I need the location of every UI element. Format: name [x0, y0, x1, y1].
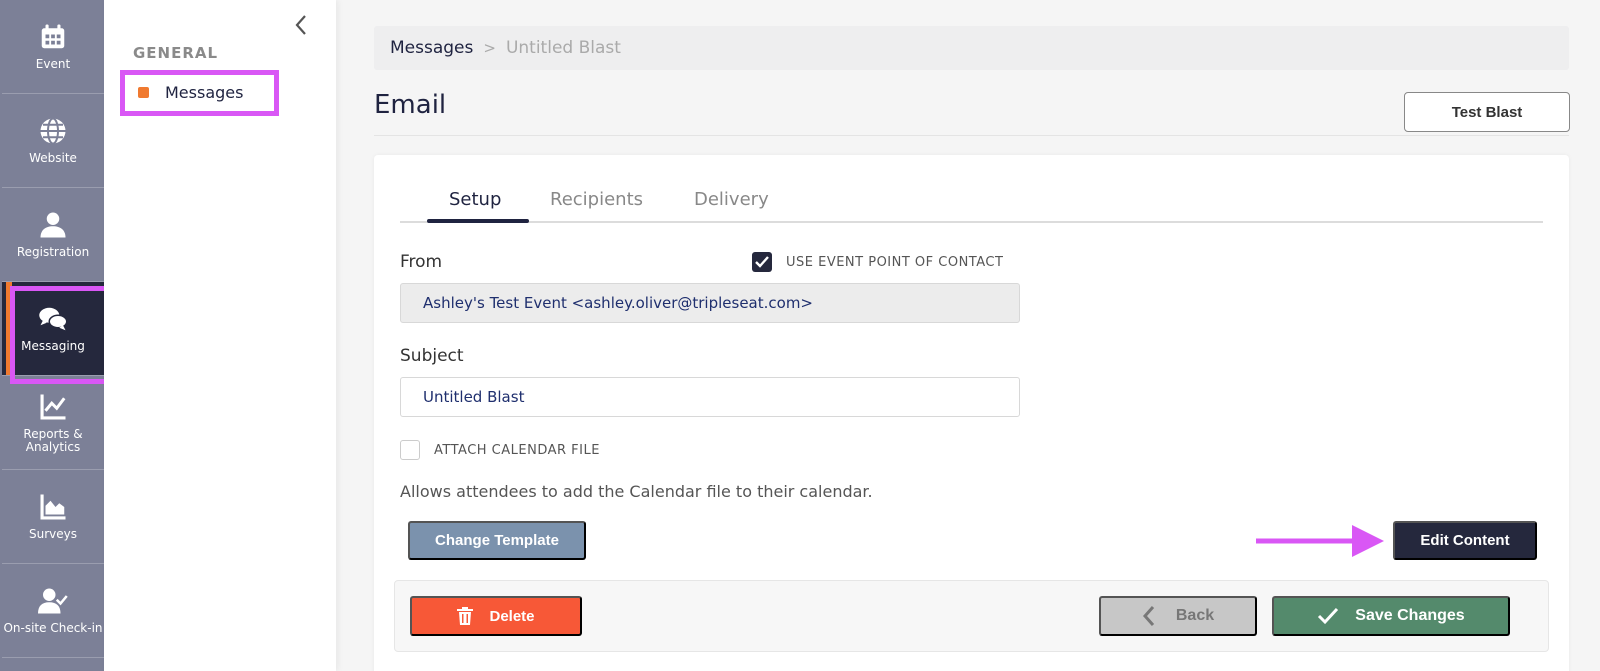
active-tab-indicator — [427, 219, 529, 223]
delete-button[interactable]: Delete — [410, 596, 582, 636]
tab-delivery[interactable]: Delivery — [694, 189, 769, 210]
action-footer: Delete Back Save Changes — [394, 580, 1549, 652]
divider — [374, 135, 1569, 136]
rail-item-event[interactable]: Event — [2, 0, 104, 94]
save-changes-button[interactable]: Save Changes — [1272, 596, 1510, 636]
pointer-arrow-icon — [1256, 525, 1384, 557]
rail-item-reports[interactable]: Reports & Analytics — [2, 376, 104, 470]
test-blast-button[interactable]: Test Blast — [1404, 92, 1570, 132]
tab-bar: Setup Recipients Delivery — [400, 183, 1543, 223]
subject-label: Subject — [400, 346, 464, 366]
attach-calendar-label: ATTACH CALENDAR FILE — [434, 442, 600, 458]
from-field: Ashley's Test Event <ashley.oliver@tripl… — [400, 283, 1020, 323]
sidebar-section-title: GENERAL — [133, 44, 219, 62]
edit-content-button[interactable]: Edit Content — [1393, 521, 1537, 560]
use-contact-checkbox[interactable] — [752, 252, 772, 272]
back-button[interactable]: Back — [1099, 596, 1257, 636]
rail-item-checkin[interactable]: On-site Check-in — [2, 564, 104, 658]
delete-label: Delete — [489, 607, 535, 625]
main-content: Messages > Untitled Blast Email Test Bla… — [336, 0, 1600, 671]
checkmark-icon — [1318, 607, 1339, 625]
page-title: Email — [374, 90, 447, 120]
rail-item-label: Event — [35, 57, 71, 71]
use-contact-row: USE EVENT POINT OF CONTACT — [752, 252, 1003, 272]
save-label: Save Changes — [1355, 607, 1465, 624]
rail-item-label: Website — [29, 151, 77, 165]
chevron-left-icon — [1142, 606, 1154, 626]
rail-item-label: Surveys — [29, 527, 77, 541]
rail-item-surveys[interactable]: Surveys — [2, 470, 104, 564]
highlight-box-messages — [120, 70, 279, 116]
rail-item-label: Registration — [16, 245, 90, 259]
back-label: Back — [1175, 607, 1215, 624]
globe-icon — [40, 117, 66, 145]
highlight-box-messaging — [10, 286, 116, 384]
use-contact-label: USE EVENT POINT OF CONTACT — [786, 254, 1004, 270]
breadcrumb-separator: > — [483, 39, 496, 57]
trash-icon — [457, 607, 474, 625]
person-check-icon — [38, 588, 68, 614]
attach-calendar-row: ATTACH CALENDAR FILE — [400, 440, 600, 460]
person-icon — [40, 212, 66, 238]
attach-calendar-help: Allows attendees to add the Calendar fil… — [400, 482, 873, 501]
attach-calendar-checkbox[interactable] — [400, 440, 420, 460]
collapse-chevron-icon[interactable] — [294, 14, 318, 38]
checkmark-icon — [755, 256, 769, 268]
from-label: From — [400, 252, 443, 272]
rail-item-label: Reports & Analytics — [23, 426, 83, 454]
calendar-icon — [41, 24, 65, 49]
email-setup-card: Setup Recipients Delivery From USE EVENT… — [374, 155, 1569, 671]
rail-item-registration[interactable]: Registration — [2, 188, 104, 282]
breadcrumb: Messages > Untitled Blast — [374, 26, 1569, 70]
rail-item-website[interactable]: Website — [2, 94, 104, 188]
line-chart-icon — [40, 394, 66, 419]
tab-recipients[interactable]: Recipients — [550, 189, 643, 210]
tab-setup[interactable]: Setup — [449, 189, 501, 210]
breadcrumb-current: Untitled Blast — [505, 38, 621, 58]
subject-input[interactable]: Untitled Blast — [400, 377, 1020, 417]
change-template-button[interactable]: Change Template — [408, 521, 586, 560]
area-chart-icon — [40, 494, 66, 520]
rail-item-label: On-site Check-in — [3, 621, 103, 635]
breadcrumb-parent[interactable]: Messages — [390, 38, 473, 58]
